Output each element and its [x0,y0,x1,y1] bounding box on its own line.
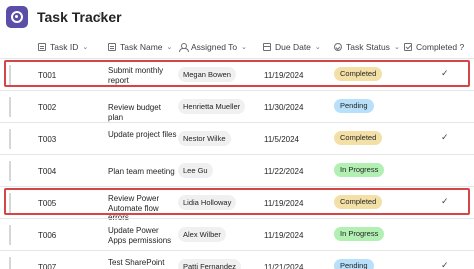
assigned-person-chip[interactable]: Alex Wilber [178,227,226,242]
status-badge: Pending [334,259,374,269]
task-id-cell: T003 [38,135,57,144]
task-name-cell[interactable]: Update Power Apps permissions [108,226,178,245]
task-name-cell[interactable]: Update project files [108,130,178,140]
completed-check-icon: ✓ [441,132,449,142]
due-date-cell: 11/21/2024 [264,263,304,269]
completed-check-icon: ✓ [441,196,449,206]
chevron-down-icon: ⌄ [393,44,400,51]
person-column-icon [179,43,189,52]
column-header-label: Completed ? [416,42,465,52]
column-header-task-status[interactable]: Task Status ⌄ [334,42,400,52]
row-selection-handle[interactable] [9,257,11,269]
column-header-label: Due Date [275,42,311,52]
assigned-person-chip[interactable]: Lidia Holloway [178,195,237,210]
text-column-icon [108,43,116,51]
app-logo-icon [6,6,28,28]
table-row[interactable]: T001 Submit monthly report Megan Bowen 11/1… [0,58,474,90]
status-badge: Completed [334,67,383,81]
column-header-task-id[interactable]: Task ID ⌄ [38,42,88,52]
column-header-due-date[interactable]: Due Date ⌄ [263,42,321,52]
table-row[interactable]: T006 Update Power Apps permissions Alex Wi… [0,218,474,250]
status-badge: In Progress [334,163,385,177]
table-row[interactable]: T004 Plan team meeting Lee Gu 11/22/2024 In … [0,154,474,186]
completed-check-icon: ✓ [441,68,449,78]
text-column-icon [38,43,46,51]
due-date-cell: 11/5/2024 [264,135,299,144]
row-selection-handle[interactable] [9,193,11,213]
chevron-down-icon: ⌄ [82,44,89,51]
due-date-cell: 11/19/2024 [264,71,304,80]
table-row[interactable]: T003 Update project files Nestor Wilke 11/5… [0,122,474,154]
task-id-cell: T006 [38,231,57,240]
row-selection-handle[interactable] [9,161,11,181]
column-header-completed[interactable]: Completed ? [404,42,464,52]
task-id-cell: T007 [38,263,57,269]
assigned-person-chip[interactable]: Megan Bowen [178,67,236,82]
due-date-cell: 11/19/2024 [264,231,304,240]
due-date-cell: 11/19/2024 [264,199,304,208]
task-name-cell[interactable]: Submit monthly report [108,66,178,85]
column-header-label: Assigned To [191,42,238,52]
column-header-assigned-to[interactable]: Assigned To ⌄ [179,42,247,52]
column-header-label: Task Status [346,42,390,52]
task-id-cell: T002 [38,103,57,112]
chevron-down-icon: ⌄ [166,44,173,51]
table-row[interactable]: T005 Review Power Automate flow errors Lid… [0,186,474,222]
column-header-label: Task ID [50,42,79,52]
due-date-cell: 11/22/2024 [264,167,304,176]
assigned-person-chip[interactable]: Nestor Wilke [178,131,231,146]
completed-check-icon: ✓ [441,260,449,269]
status-badge: Completed [334,195,383,209]
status-badge: Completed [334,131,383,145]
assigned-person-chip[interactable]: Henrietta Mueller [178,99,246,114]
due-date-cell: 11/30/2024 [264,103,304,112]
task-id-cell: T004 [38,167,57,176]
status-badge: Pending [334,99,374,113]
column-header-row: Task ID ⌄ Task Name ⌄ Assigned To ⌄ Due … [0,36,474,58]
table-row[interactable]: T007Test SharePoint integration in flowP… [0,250,474,269]
status-badge: In Progress [334,227,385,241]
app-header: Task Tracker ☆ [0,0,474,36]
row-selection-handle[interactable] [9,97,11,117]
task-name-cell[interactable]: Test SharePoint integration in flow [108,258,178,269]
calendar-column-icon [263,43,271,51]
choice-column-icon [334,43,342,51]
row-selection-handle[interactable] [9,129,11,149]
assigned-person-chip[interactable]: Lee Gu [178,163,213,178]
chevron-down-icon: ⌄ [314,44,321,51]
column-header-label: Task Name [120,42,163,52]
task-id-cell: T005 [38,199,57,208]
task-name-cell[interactable]: Plan team meeting [108,167,178,177]
chevron-down-icon: ⌄ [241,44,248,51]
task-name-cell[interactable]: Review budget plan [108,103,178,122]
table-row[interactable]: T002 Review budget plan Henrietta Mueller 1… [0,90,474,122]
boolean-column-icon [404,43,412,51]
page-title: Task Tracker [37,9,122,25]
assigned-person-chip[interactable]: Patti Fernandez [178,259,241,269]
row-selection-handle[interactable] [9,225,11,245]
column-header-task-name[interactable]: Task Name ⌄ [108,42,172,52]
row-selection-handle[interactable] [9,65,11,85]
task-id-cell: T001 [38,71,57,80]
favorite-star-icon[interactable]: ☆ [95,11,105,23]
